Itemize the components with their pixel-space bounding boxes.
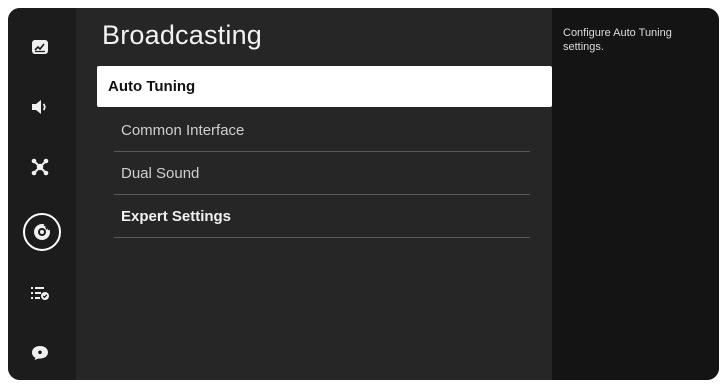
picture-icon [32, 40, 48, 54]
page-title: Broadcasting [102, 20, 262, 50]
menu-item-label: Auto Tuning [108, 78, 196, 95]
sound-icon [32, 100, 46, 114]
side-rail [8, 8, 76, 380]
menu-item-auto-tuning[interactable]: Auto Tuning [97, 66, 552, 107]
rail-sound-button[interactable] [21, 88, 59, 126]
rail-broadcasting-button[interactable] [21, 148, 59, 186]
menu-item-label: Dual Sound [121, 165, 200, 182]
broadcasting-icon [31, 158, 49, 176]
menu-item-expert-settings[interactable]: Expert Settings [114, 196, 530, 238]
rail-general-button[interactable] [23, 213, 61, 251]
rail-support-list-button[interactable] [21, 274, 59, 312]
general-icon [34, 224, 50, 240]
rail-picture-button[interactable] [21, 28, 59, 66]
support-list-icon [31, 287, 49, 300]
help-icon [32, 346, 48, 360]
help-description: Configure Auto Tuning settings. [563, 27, 672, 53]
menu-item-dual-sound[interactable]: Dual Sound [114, 153, 530, 195]
rail-help-button[interactable] [21, 334, 59, 372]
menu-item-label: Expert Settings [121, 208, 232, 225]
help-panel: Configure Auto Tuning settings. [552, 8, 719, 380]
menu-item-common-interface[interactable]: Common Interface [114, 110, 530, 152]
main-panel: Broadcasting Auto Tuning Common Interfac… [76, 8, 552, 380]
menu-item-label: Common Interface [121, 122, 245, 139]
tv-settings-screen: Broadcasting Auto Tuning Common Interfac… [8, 8, 719, 380]
